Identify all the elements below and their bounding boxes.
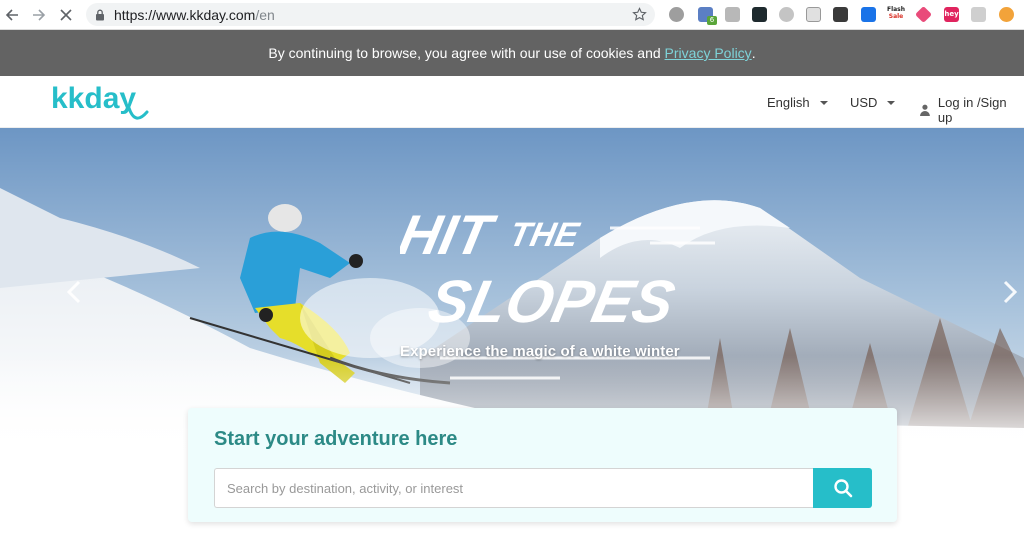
avatar-extension-icon[interactable] (999, 7, 1014, 22)
flag-extension-icon[interactable] (861, 7, 876, 22)
language-label: English (767, 95, 810, 110)
chat-extension-icon[interactable] (725, 7, 740, 22)
star-icon[interactable] (632, 7, 647, 22)
privacy-policy-link[interactable]: Privacy Policy (665, 45, 752, 61)
url-host: https://www.kkday.com (114, 6, 256, 23)
currency-selector[interactable]: USD (850, 95, 896, 110)
circle-extension-icon[interactable] (779, 7, 794, 22)
b-extension-icon[interactable] (806, 7, 821, 22)
url-path: /en (255, 6, 275, 23)
site-header: kkday English USD Log in /Sign up (0, 76, 1024, 128)
flash-sale-extension-icon[interactable]: Flash Sale (886, 6, 906, 20)
chevron-right-icon[interactable] (1002, 280, 1018, 304)
title-hit: HIT (400, 204, 501, 266)
cookie-text: By continuing to browse, you agree with … (268, 45, 665, 61)
currency-label: USD (850, 95, 878, 110)
kkday-logo[interactable]: kkday (51, 82, 149, 126)
chevron-down-icon (819, 100, 828, 105)
title-the: THE (506, 216, 583, 254)
search-icon (833, 479, 852, 498)
forward-icon[interactable] (31, 7, 47, 23)
hero-banner: HIT THE SLOPES Experience the magic of a… (0, 128, 1024, 453)
lock-icon (96, 9, 104, 20)
c-extension-icon[interactable] (752, 7, 767, 22)
hit-the-slopes-title: HIT THE SLOPES (400, 204, 681, 335)
extension-badge: 6 (707, 16, 717, 25)
chevron-down-icon (887, 100, 896, 105)
user-icon (919, 104, 930, 116)
language-selector[interactable]: English (767, 95, 828, 110)
search-panel: Start your adventure here (188, 408, 897, 522)
hero-tagline: Experience the magic of a white winter (400, 343, 680, 360)
chevron-left-icon[interactable] (66, 280, 82, 304)
sale-label: Sale (888, 13, 904, 20)
stop-icon[interactable] (58, 7, 74, 23)
browser-toolbar: https://www.kkday.com/en 6 Flash Sale hey (0, 0, 1024, 30)
cloud-extension-icon[interactable] (669, 7, 684, 22)
title-slopes: SLOPES (423, 268, 681, 335)
flash-label: Flash (886, 6, 906, 13)
cookie-text-end: . (751, 45, 756, 61)
url-text: https://www.kkday.com/en (114, 7, 275, 23)
address-bar[interactable]: https://www.kkday.com/en (86, 3, 655, 26)
search-title: Start your adventure here (214, 428, 458, 450)
grey-extension-icon[interactable] (971, 7, 986, 22)
dark-extension-icon[interactable] (833, 7, 848, 22)
cookie-banner: By continuing to browse, you agree with … (0, 30, 1024, 76)
pinwheel-extension-icon[interactable] (915, 6, 932, 23)
search-button[interactable] (813, 468, 872, 508)
login-label: Log in /Sign up (937, 95, 1007, 125)
back-icon[interactable] (4, 7, 20, 23)
logo-text: kkday (51, 82, 136, 115)
login-signup-link[interactable]: Log in /Sign up (919, 95, 1024, 125)
hey-extension-icon[interactable]: hey (944, 7, 959, 22)
search-input[interactable] (214, 468, 813, 508)
